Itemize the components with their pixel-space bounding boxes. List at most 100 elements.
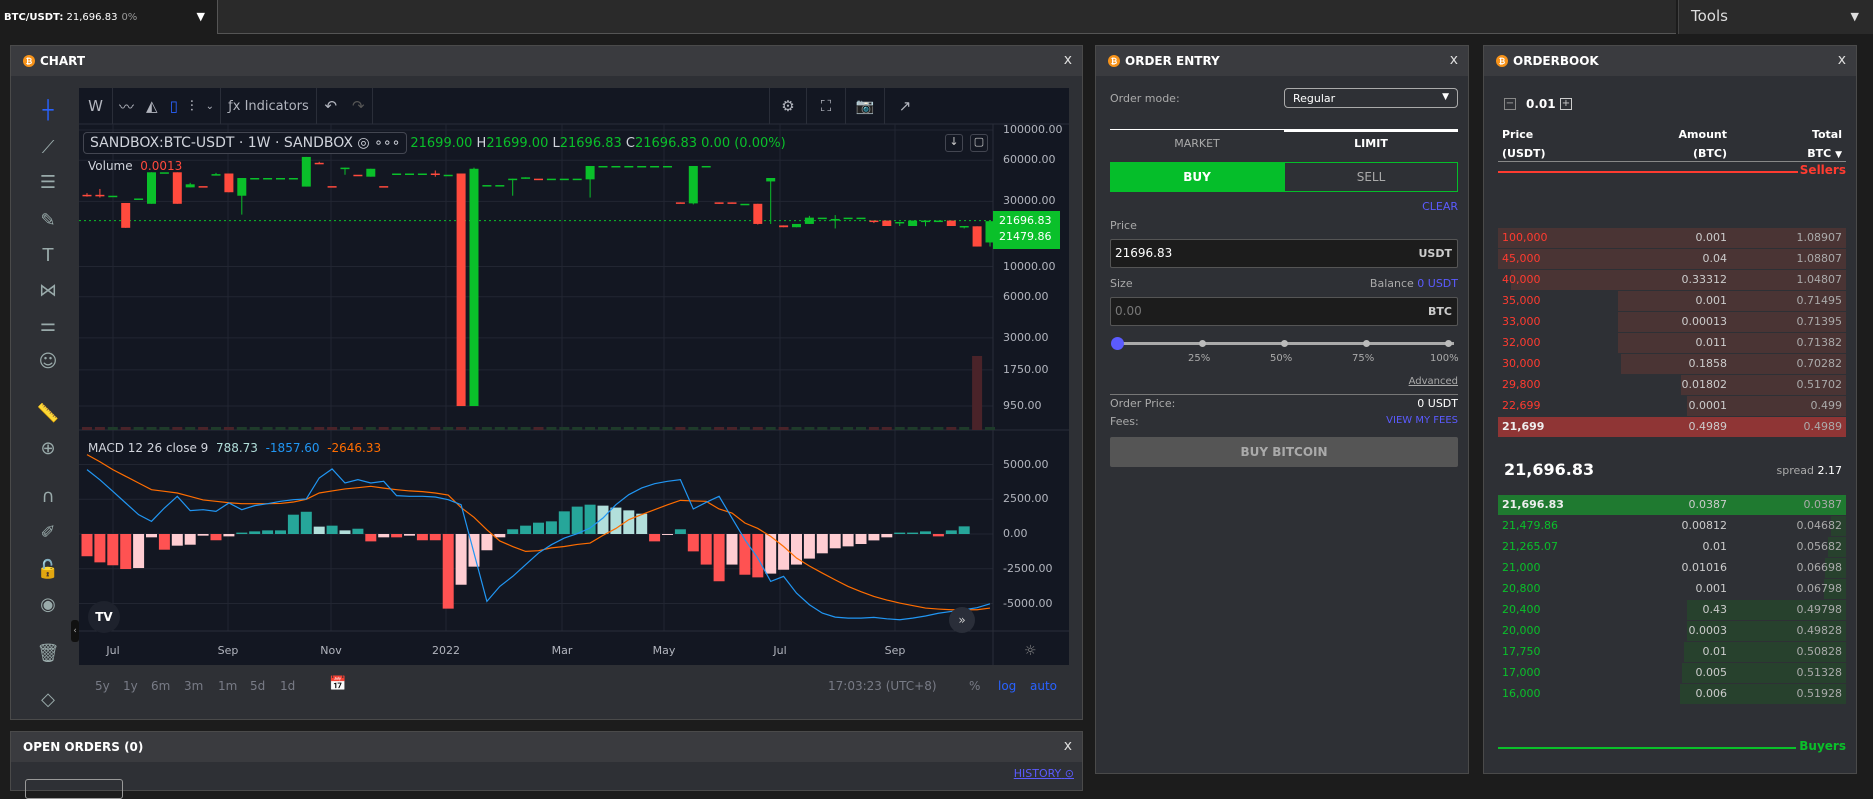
increase-step-icon[interactable]: + [1560,98,1572,110]
text-tool-icon[interactable]: T [24,242,72,270]
ruler-icon[interactable]: 📏 [24,400,72,428]
bid-row[interactable]: 20,400 0.43 0.49798 [1498,600,1846,620]
popout-icon[interactable]: ↗ [885,88,925,124]
decrease-step-icon[interactable]: − [1504,98,1516,110]
bid-row[interactable]: 21,000 0.01016 0.06698 [1498,558,1846,578]
camera-icon[interactable]: 📷 [846,88,885,124]
ask-row[interactable]: 22,699 0.0001 0.499 [1498,396,1846,416]
balance-value[interactable]: 0 USDT [1417,277,1458,290]
area-chart-icon[interactable]: ◭ [146,97,158,115]
crosshair-tool-icon[interactable]: ┼ [24,97,72,125]
collapse-icon[interactable]: ◇ [24,686,72,714]
range-1m[interactable]: 1m [218,679,237,693]
pair-selector[interactable]: BTC/USDT: 21,696.83 0% ▼ [0,0,215,34]
log-toggle[interactable]: log [998,679,1016,693]
fib-tool-icon[interactable]: ☰ [24,169,72,197]
scroll-right-icon[interactable]: » [949,607,975,633]
slider-dot[interactable] [1363,340,1370,347]
order-mode-select[interactable]: Regular ▼ [1284,88,1458,108]
bid-row[interactable]: 21,696.83 0.0387 0.0387 [1498,495,1846,515]
range-1d[interactable]: 1d [280,679,295,693]
brush-tool-icon[interactable]: ✎ [24,207,72,235]
order-entry-header[interactable]: ₿ ORDER ENTRY x [1096,46,1468,76]
time-axis-settings-icon[interactable]: ☼ [1024,643,1037,659]
slider-dot[interactable] [1445,340,1452,347]
price-input[interactable]: 21696.83 USDT [1110,239,1458,268]
clear-link[interactable]: CLEAR [1422,200,1458,213]
bid-row[interactable]: 17,000 0.005 0.51328 [1498,663,1846,683]
reset-icon[interactable]: ▢ [970,134,988,152]
pattern-tool-icon[interactable]: ⋈ [24,277,72,305]
tradingview-logo-icon[interactable]: TV [88,601,120,633]
buy-bitcoin-button[interactable]: BUY BITCOIN [1110,437,1458,467]
size-input[interactable]: 0.00 BTC [1110,297,1458,326]
range-3m[interactable]: 3m [184,679,203,693]
ask-row[interactable]: 45,000 0.04 1.08807 [1498,249,1846,269]
indicators-button[interactable]: ƒx Indicators [221,88,317,124]
redo-icon[interactable]: ↷ [352,97,365,115]
open-orders-filter[interactable] [25,779,123,799]
ask-row[interactable]: 40,000 0.33312 1.04807 [1498,270,1846,290]
range-5y[interactable]: 5y [95,679,110,693]
view-fees-link[interactable]: VIEW MY FEES [1386,415,1458,426]
orderbook-header[interactable]: ₿ ORDERBOOK x [1484,46,1856,76]
bars-icon[interactable]: ⫶ [190,97,194,115]
more-icon[interactable]: ∘∘∘ [374,135,400,151]
eye-icon[interactable]: ◎ [357,135,369,151]
bid-row[interactable]: 17,750 0.01 0.50828 [1498,642,1846,662]
prediction-tool-icon[interactable]: ⚌ [24,312,72,340]
tab-limit[interactable]: LIMIT [1284,137,1458,150]
range-5d[interactable]: 5d [250,679,265,693]
bid-row[interactable]: 21,479.86 0.00812 0.04682 [1498,516,1846,536]
auto-toggle[interactable]: auto [1030,679,1057,693]
zoom-in-icon[interactable]: ⊕ [24,435,72,463]
bid-row[interactable]: 20,800 0.001 0.06798 [1498,579,1846,599]
go-to-date-icon[interactable]: 📅 [329,676,346,692]
close-icon[interactable]: x [1450,52,1458,68]
fullscreen-icon[interactable]: ⛶ [807,88,846,124]
history-link[interactable]: HISTORY ⊙ [1014,767,1074,780]
eye-icon[interactable]: ◉ [24,591,72,619]
ask-row[interactable]: 29,800 0.01802 0.51702 [1498,375,1846,395]
slider-dot[interactable] [1281,340,1288,347]
size-slider-handle[interactable] [1111,337,1124,350]
scroll-down-icon[interactable]: ↓ [945,134,963,152]
buy-button[interactable]: BUY [1110,162,1284,192]
interval-button[interactable]: W [79,88,113,124]
undo-icon[interactable]: ↶ [324,97,337,115]
ask-row[interactable]: 21,699 0.4989 0.4989 [1498,417,1846,437]
ask-row[interactable]: 100,000 0.001 1.08907 [1498,228,1846,248]
magnet-icon[interactable]: ∩ [24,483,72,511]
close-icon[interactable]: x [1064,738,1072,754]
tools-dropdown[interactable]: Tools ▼ [1678,0,1873,34]
chart-canvas[interactable]: W 〰 ◭ ▯ ⫶ ⌄ ƒx Indicators ↶ ↷ ⚙ ⛶ 📷 ↗ [79,88,1069,665]
trash-icon[interactable]: 🗑 [24,640,72,668]
slider-dot[interactable] [1199,340,1206,347]
percent-toggle[interactable]: % [969,679,980,693]
bid-row[interactable]: 21,265.07 0.01 0.05682 [1498,537,1846,557]
chart-panel-header[interactable]: ₿ CHART x [11,46,1082,76]
lock-drawing-icon[interactable]: ✐ [24,519,72,547]
settings-gear-icon[interactable]: ⚙ [769,88,807,124]
trend-line-tool-icon[interactable]: ⟋ [24,134,72,162]
emoji-tool-icon[interactable]: ☺ [24,348,72,376]
advanced-link[interactable]: Advanced [1409,376,1458,387]
bid-row[interactable]: 16,000 0.006 0.51928 [1498,684,1846,704]
range-6m[interactable]: 6m [151,679,170,693]
symbol-box[interactable]: SANDBOX:BTC-USDT · 1W · SANDBOX ◎ ∘∘∘ [83,132,408,154]
close-icon[interactable]: x [1838,52,1846,68]
ask-row[interactable]: 32,000 0.011 0.71382 [1498,333,1846,353]
chevron-down-icon[interactable]: ⌄ [206,101,214,112]
range-1y[interactable]: 1y [123,679,138,693]
ask-row[interactable]: 30,000 0.1858 0.70282 [1498,354,1846,374]
bid-row[interactable]: 20,000 0.0003 0.49828 [1498,621,1846,641]
unlock-icon[interactable]: 🔓 [24,556,72,584]
ask-row[interactable]: 33,000 0.00013 0.71395 [1498,312,1846,332]
close-icon[interactable]: x [1064,52,1072,68]
candles-icon[interactable]: ▯ [170,97,178,115]
collapse-toolbar-handle[interactable]: ‹ [71,620,79,642]
sell-button[interactable]: SELL [1284,162,1458,192]
line-chart-icon[interactable]: 〰 [119,96,134,117]
ask-row[interactable]: 35,000 0.001 0.71495 [1498,291,1846,311]
header-total[interactable]: Total BTC ▼ [1807,125,1842,165]
